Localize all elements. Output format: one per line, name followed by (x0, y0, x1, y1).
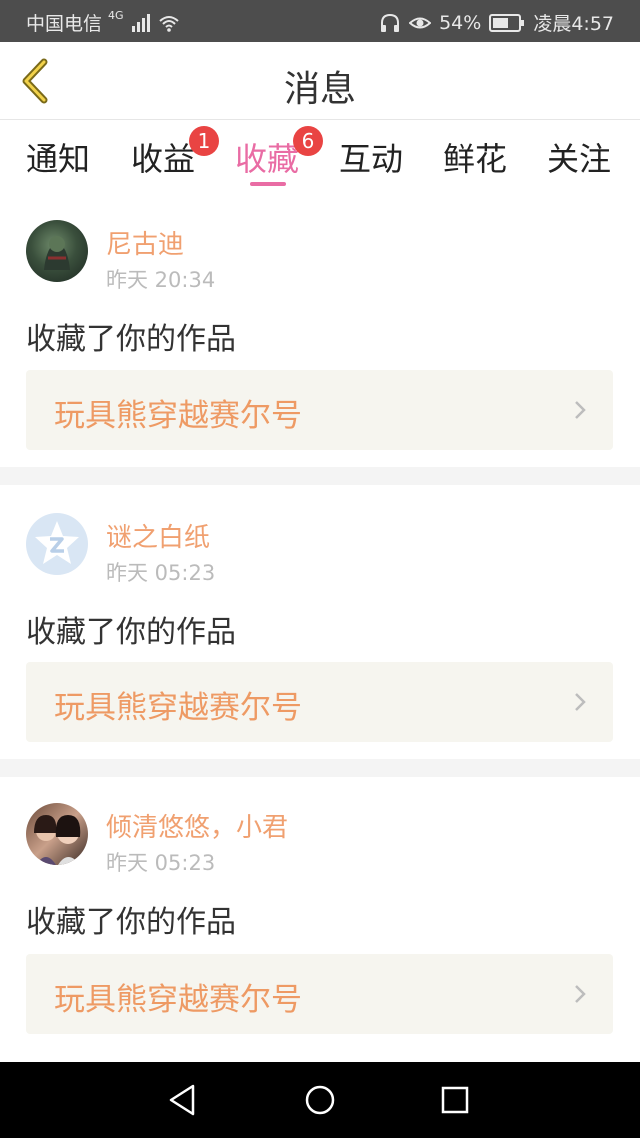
tab-label: 鲜花 (443, 140, 508, 178)
timestamp: 昨天 05:23 (106, 561, 216, 585)
tab-favorites[interactable]: 收藏 6 (235, 126, 323, 180)
tab-label: 收益 (131, 140, 196, 178)
active-tab-indicator (250, 182, 286, 186)
action-text: 收藏了你的作品 (26, 905, 236, 940)
tab-earnings[interactable]: 收益 1 (131, 126, 219, 180)
system-nav-bar (0, 1062, 640, 1138)
timestamp: 昨天 05:23 (106, 851, 216, 875)
tab-notifications[interactable]: 通知 (26, 134, 90, 180)
card-separator (0, 759, 640, 777)
nav-home-icon[interactable] (300, 1080, 340, 1120)
nav-recents-icon[interactable] (435, 1080, 475, 1120)
timestamp: 昨天 20:34 (106, 268, 216, 292)
tab-label: 收藏 (235, 140, 300, 178)
unread-badge: 1 (189, 126, 219, 156)
wifi-icon (158, 15, 179, 32)
unread-badge: 6 (293, 126, 323, 156)
signal-icon (131, 13, 150, 32)
chevron-right-icon (575, 985, 586, 1003)
work-title: 玩具熊穿越赛尔号 (54, 690, 302, 726)
work-title: 玩具熊穿越赛尔号 (54, 982, 302, 1018)
work-title: 玩具熊穿越赛尔号 (54, 398, 302, 434)
tab-label: 通知 (26, 140, 91, 178)
carrier-label: 中国电信 (26, 13, 103, 35)
tab-flowers[interactable]: 鲜花 (443, 134, 507, 180)
status-left: 中国电信 4G (26, 9, 180, 36)
tab-bar: 通知 收益 1 收藏 6 互动 鲜花 关注 (0, 120, 640, 198)
tab-label: 互动 (339, 140, 404, 178)
action-text: 收藏了你的作品 (26, 322, 236, 357)
message-card: 谜之白纸 昨天 05:23 收藏了你的作品 玩具熊穿越赛尔号 (0, 485, 640, 759)
action-text: 收藏了你的作品 (26, 615, 236, 650)
page-title: 消息 (283, 69, 356, 110)
chevron-right-icon (575, 401, 586, 419)
avatar-image (34, 815, 81, 865)
work-link[interactable]: 玩具熊穿越赛尔号 (26, 370, 613, 450)
network-type: 4G (108, 9, 124, 22)
nav-back-icon[interactable] (163, 1080, 203, 1120)
work-link[interactable]: 玩具熊穿越赛尔号 (26, 662, 613, 742)
battery-percent: 54% (439, 11, 482, 34)
default-avatar-icon (35, 521, 79, 564)
tab-label: 关注 (547, 140, 612, 178)
avatar[interactable] (26, 220, 88, 282)
card-separator (0, 467, 640, 485)
tab-following[interactable]: 关注 (547, 134, 611, 180)
work-link[interactable]: 玩具熊穿越赛尔号 (26, 954, 613, 1034)
battery-icon (489, 13, 525, 32)
chevron-right-icon (575, 693, 586, 711)
message-card: 倾清悠悠，小君 昨天 05:23 收藏了你的作品 玩具熊穿越赛尔号 (0, 777, 640, 1062)
username[interactable]: 尼古迪 (106, 224, 184, 261)
username[interactable]: 倾清悠悠，小君 (106, 807, 288, 844)
eye-icon (409, 17, 432, 28)
message-card: 尼古迪 昨天 20:34 收藏了你的作品 玩具熊穿越赛尔号 (0, 198, 640, 466)
username[interactable]: 谜之白纸 (106, 517, 210, 554)
headphones-icon (381, 13, 400, 32)
clock: 凌晨4:57 (533, 13, 614, 35)
avatar[interactable] (26, 803, 88, 865)
status-right: 54% 凌晨4:57 (379, 9, 614, 36)
tab-interactions[interactable]: 互动 (339, 134, 403, 180)
status-bar: 中国电信 4G 54% 凌晨4:57 (0, 0, 640, 42)
avatar[interactable] (26, 513, 88, 575)
avatar-image (44, 236, 70, 270)
app-header: 消息 (0, 42, 640, 120)
